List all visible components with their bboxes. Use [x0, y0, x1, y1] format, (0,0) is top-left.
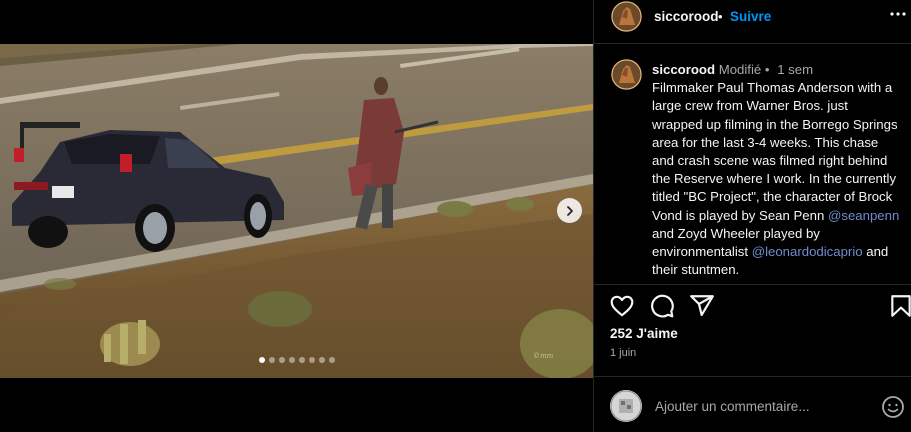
edited-label: Modifié: [718, 62, 762, 77]
post-username[interactable]: siccorood: [654, 9, 719, 24]
comment-bar: [594, 376, 911, 432]
heart-icon: [610, 295, 634, 317]
current-user-avatar: [610, 390, 642, 422]
caption-timestamp[interactable]: 1 sem: [777, 62, 813, 77]
comment-button[interactable]: [649, 293, 675, 319]
caption-username[interactable]: siccorood: [652, 62, 715, 77]
user-avatar-image: [610, 390, 642, 422]
emoji-button[interactable]: [881, 395, 905, 419]
user-avatar-image: [611, 59, 642, 90]
more-options-button[interactable]: [888, 4, 908, 24]
carousel-dot: [328, 357, 335, 363]
post-date[interactable]: 1 juin: [610, 347, 636, 359]
photo-watermark: ©mm: [533, 352, 554, 360]
carousel-dot: [268, 357, 275, 363]
avatar[interactable]: [611, 1, 642, 32]
carousel-dot: [308, 357, 315, 363]
post-photo[interactable]: [0, 44, 593, 378]
share-icon: [690, 295, 714, 317]
mention-link[interactable]: @leonardodicaprio: [752, 244, 863, 259]
post-side-panel: siccorood • Suivre siccorood Modifié • 1…: [593, 0, 911, 432]
carousel-dot: [298, 357, 305, 363]
user-avatar-image: [611, 1, 642, 32]
post-header: siccorood • Suivre: [594, 0, 911, 44]
next-slide-button[interactable]: [557, 198, 582, 223]
share-button[interactable]: [689, 293, 715, 319]
comment-input[interactable]: [655, 396, 865, 416]
carousel-dot: [318, 357, 325, 363]
caption-avatar[interactable]: [611, 59, 642, 90]
more-horizontal-icon: [890, 12, 906, 16]
follow-separator: •: [718, 9, 723, 24]
bookmark-icon: [891, 295, 911, 317]
follow-button[interactable]: Suivre: [730, 9, 771, 24]
caption-separator: •: [764, 62, 770, 77]
like-button[interactable]: [609, 293, 635, 319]
caption-text: siccorood Modifié • 1 sem Filmmaker Paul…: [652, 61, 902, 279]
caption-body-1: Filmmaker Paul Thomas Anderson with a la…: [652, 80, 898, 223]
carousel-dot: [278, 357, 285, 363]
divider: [594, 284, 911, 285]
comment-icon: [651, 294, 674, 318]
caption-section: siccorood Modifié • 1 sem Filmmaker Paul…: [594, 44, 911, 284]
mention-link[interactable]: @seanpenn: [828, 208, 899, 223]
action-bar: [594, 290, 911, 322]
save-button[interactable]: [888, 293, 911, 319]
carousel-dot: [288, 357, 295, 363]
emoji-icon: [882, 396, 904, 418]
carousel-dots: [0, 357, 593, 363]
carousel-dot: [258, 357, 265, 363]
photo-image: [0, 44, 593, 378]
chevron-right-icon: [566, 205, 573, 216]
likes-count[interactable]: 252 J'aime: [610, 326, 678, 341]
post-media: ©mm: [0, 0, 593, 432]
